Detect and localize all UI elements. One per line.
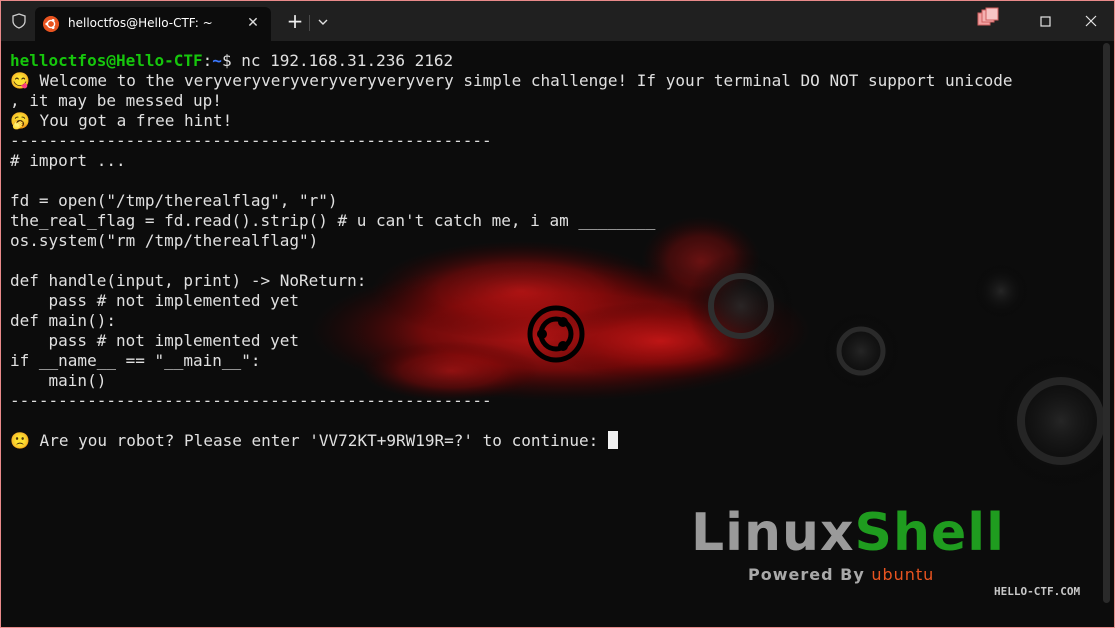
powered-by-label: Powered By xyxy=(748,565,872,584)
tab-close-button[interactable]: ✕ xyxy=(241,11,265,35)
output-line: , it may be messed up! xyxy=(10,91,222,110)
logo-shell-text: Shell xyxy=(854,503,1005,563)
powered-by-text: Powered By ubuntu xyxy=(748,565,934,584)
output-line: os.system("rm /tmp/therealflag") xyxy=(10,231,319,250)
prompt-user-host: helloctfos@Hello-CTF xyxy=(10,51,203,70)
site-watermark: HELLO-CTF.COM xyxy=(994,585,1081,598)
input-line[interactable]: 🙁 Are you robot? Please enter 'VV72KT+9R… xyxy=(10,431,1105,451)
output-line: # import ... xyxy=(10,151,126,170)
prompt-path: ~ xyxy=(212,51,222,70)
output-line: ----------------------------------------… xyxy=(10,391,492,410)
output-line: pass # not implemented yet xyxy=(10,331,299,350)
ubuntu-icon xyxy=(43,16,59,32)
logo-linux-text: Linux xyxy=(691,503,855,563)
output-line: 🥱 You got a free hint! xyxy=(10,111,233,130)
prompt-line: helloctfos@Hello-CTF:~$ nc 192.168.31.23… xyxy=(10,51,1105,71)
output-line: if __name__ == "__main__": xyxy=(10,351,261,370)
title-bar[interactable]: helloctfos@Hello-CTF: ~ ✕ + xyxy=(1,1,1114,41)
divider xyxy=(309,15,310,31)
output-line: the_real_flag = fd.read().strip() # u ca… xyxy=(10,211,656,230)
prompt-command: nc 192.168.31.236 2162 xyxy=(231,51,454,70)
new-tab-button[interactable]: + xyxy=(284,11,306,33)
prompt-dollar: $ xyxy=(221,51,232,70)
overlapping-windows-icon xyxy=(977,7,999,26)
scrollbar[interactable] xyxy=(1103,43,1110,603)
output-line: main() xyxy=(10,371,107,390)
input-prompt-text: 🙁 Are you robot? Please enter 'VV72KT+9R… xyxy=(10,431,608,450)
shield-icon[interactable] xyxy=(11,13,27,29)
terminal-output: helloctfos@Hello-CTF:~$ nc 192.168.31.23… xyxy=(10,51,1105,451)
output-line: pass # not implemented yet xyxy=(10,291,299,310)
window-close-icon[interactable] xyxy=(1079,9,1103,33)
output-line: def handle(input, print) -> NoReturn: xyxy=(10,271,367,290)
tab-terminal[interactable]: helloctfos@Hello-CTF: ~ ✕ xyxy=(35,7,271,41)
ubuntu-wordmark: ubuntu xyxy=(871,565,935,584)
scrollbar-thumb[interactable] xyxy=(1103,43,1110,603)
tab-title: helloctfos@Hello-CTF: ~ xyxy=(68,16,213,30)
maximize-icon[interactable] xyxy=(1033,9,1057,33)
output-line: def main(): xyxy=(10,311,116,330)
text-cursor[interactable] xyxy=(607,431,618,449)
output-line: fd = open("/tmp/therealflag", "r") xyxy=(10,191,338,210)
linuxshell-logo: LinuxShell xyxy=(691,503,1005,563)
output-line: ----------------------------------------… xyxy=(10,131,492,150)
terminal-window: helloctfos@Hello-CTF: ~ ✕ + helloctfos@H… xyxy=(0,0,1115,628)
terminal-content[interactable]: helloctfos@Hello-CTF:~$ nc 192.168.31.23… xyxy=(1,41,1114,627)
output-line: 😋 Welcome to the veryveryveryveryveryver… xyxy=(10,71,1013,90)
prompt-colon: : xyxy=(202,51,213,70)
chevron-down-icon[interactable] xyxy=(314,13,332,31)
